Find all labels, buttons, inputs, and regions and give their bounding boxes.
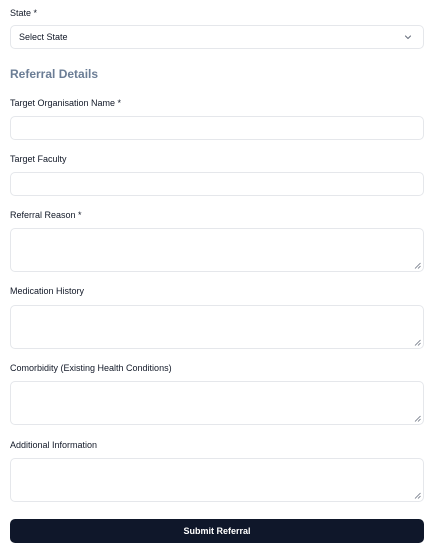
medication-history-textarea[interactable] (10, 305, 424, 349)
target-organisation-input[interactable] (10, 116, 424, 140)
target-organisation-label: Target Organisation Name * (10, 98, 122, 108)
resize-grip-icon[interactable] (414, 492, 421, 499)
additional-information-label: Additional Information (10, 440, 98, 450)
comorbidity-textarea[interactable] (10, 381, 424, 425)
target-faculty-label: Target Faculty (10, 154, 67, 164)
state-select-value: Select State (19, 32, 68, 42)
section-title-referral-details: Referral Details (10, 67, 99, 81)
chevron-down-icon (404, 35, 412, 40)
resize-grip-icon[interactable] (414, 339, 421, 346)
submit-referral-label: Submit Referral (183, 526, 251, 536)
comorbidity-label: Comorbidity (Existing Health Conditions) (10, 363, 172, 373)
medication-history-label: Medication History (10, 286, 85, 296)
state-label: State * (10, 8, 38, 18)
referral-reason-textarea[interactable] (10, 228, 424, 272)
resize-grip-icon[interactable] (414, 415, 421, 422)
referral-reason-label: Referral Reason * (10, 210, 82, 220)
target-faculty-input[interactable] (10, 172, 424, 196)
additional-information-textarea[interactable] (10, 458, 424, 502)
resize-grip-icon[interactable] (414, 262, 421, 269)
submit-referral-button[interactable]: Submit Referral (10, 519, 424, 543)
state-select[interactable]: Select State (10, 25, 424, 49)
